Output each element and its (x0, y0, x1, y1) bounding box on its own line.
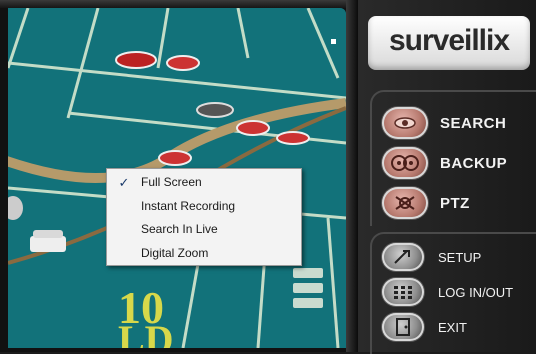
primary-nav-group: SEARCH BACKUP PTZ (370, 90, 536, 226)
nav-login-label: LOG IN/OUT (438, 284, 514, 300)
nav-setup-button[interactable]: SETUP (382, 240, 536, 274)
brand-logo: surveillix (368, 16, 530, 70)
nav-ptz-label: PTZ (440, 194, 470, 212)
nav-setup-label: SETUP (438, 249, 482, 265)
nav-exit-label: EXIT (438, 319, 467, 335)
menu-item-digital-zoom[interactable]: Digital Zoom (107, 242, 301, 266)
tape-reel-icon (382, 147, 428, 179)
ptz-camera-icon (382, 187, 428, 219)
nav-search-button[interactable]: SEARCH (382, 106, 536, 140)
nav-backup-button[interactable]: BACKUP (382, 146, 536, 180)
menu-item-label: Full Screen (141, 175, 202, 189)
nav-search-label: SEARCH (440, 114, 507, 132)
viewport-bezel-right (346, 0, 358, 352)
menu-item-label: Instant Recording (141, 198, 236, 213)
secondary-nav-group: SETUP LOG IN/OUT EXIT (370, 232, 536, 354)
menu-item-instant-recording[interactable]: Instant Recording (107, 195, 301, 219)
tools-icon (382, 243, 424, 271)
nav-backup-label: BACKUP (440, 154, 508, 172)
menu-item-full-screen[interactable]: ✓ Full Screen (107, 171, 301, 195)
context-menu: ✓ Full Screen Instant Recording Search I… (106, 168, 302, 266)
eye-icon (382, 107, 428, 139)
fullscreen-indicator-icon (331, 39, 336, 44)
felt-letters-text: LD (118, 317, 174, 348)
nav-exit-button[interactable]: EXIT (382, 310, 536, 344)
nav-login-button[interactable]: LOG IN/OUT (382, 275, 536, 309)
menu-item-label: Search In Live (141, 222, 218, 236)
menu-item-label: Digital Zoom (141, 245, 209, 260)
menu-item-search-in-live[interactable]: Search In Live (107, 218, 301, 242)
brand-logo-text: surveillix (388, 24, 510, 57)
exit-door-icon (382, 313, 424, 341)
viewport-bezel-top (0, 0, 358, 8)
keypad-icon (382, 278, 424, 306)
camera-viewport[interactable]: 10 LD ✓ Full Screen Instant Recording Se… (0, 0, 358, 352)
checkmark-icon: ✓ (118, 175, 130, 190)
control-panel: surveillix SEARCH BACKUP PTZ SETUP LOG I… (358, 0, 536, 354)
nav-ptz-button[interactable]: PTZ (382, 186, 536, 220)
